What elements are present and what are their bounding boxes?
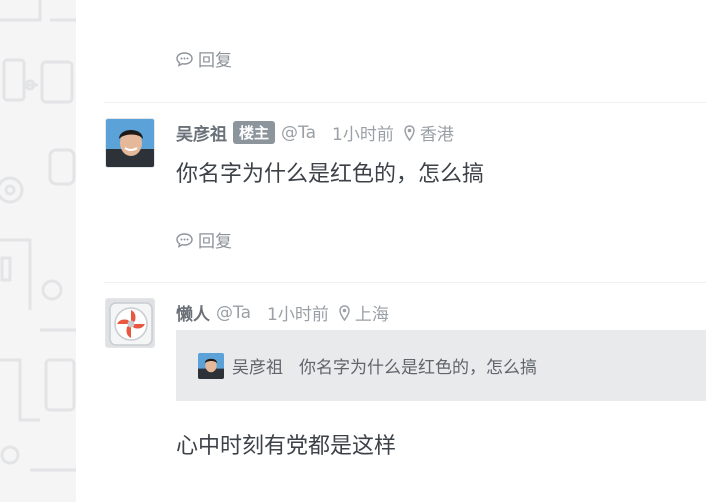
host-badge: 楼主 — [233, 121, 276, 144]
location-pin-icon — [404, 124, 415, 141]
location: 上海 — [339, 300, 389, 325]
at-handle[interactable]: @Ta — [281, 123, 316, 143]
timestamp: 1小时前 — [267, 305, 329, 325]
quote-author[interactable]: 吴彦祖 — [232, 353, 283, 378]
speech-bubble-icon — [176, 232, 193, 248]
reply-label: 回复 — [198, 232, 232, 252]
comments-panel: 回复 吴彦祖 楼主 @Ta 1小时前 香港 你名字为什么是红色的，怎么搞 回复 … — [76, 0, 706, 502]
user-photo-icon — [198, 352, 224, 379]
speech-bubble-icon — [176, 51, 193, 67]
background-pattern — [0, 0, 76, 502]
user-photo-icon — [106, 119, 154, 167]
divider — [104, 282, 706, 283]
timestamp: 1小时前 — [332, 125, 394, 145]
divider — [104, 102, 706, 103]
at-handle[interactable]: @Ta — [216, 303, 251, 323]
quoted-comment: 吴彦祖 你名字为什么是红色的，怎么搞 — [176, 330, 706, 401]
location-text: 香港 — [419, 125, 454, 145]
location-text: 上海 — [354, 305, 389, 325]
author-name[interactable]: 懒人 — [176, 300, 210, 325]
comment-text: 你名字为什么是红色的，怎么搞 — [176, 162, 485, 187]
comment-meta: 懒人 @Ta 1小时前 上海 — [176, 300, 389, 326]
author-name[interactable]: 吴彦祖 — [176, 120, 227, 145]
avatar[interactable] — [105, 118, 155, 168]
quote-text: 你名字为什么是红色的，怎么搞 — [299, 358, 537, 378]
location-pin-icon — [339, 304, 350, 321]
reply-button[interactable]: 回复 — [176, 227, 232, 252]
quote-avatar[interactable] — [198, 352, 224, 379]
fan-icon — [106, 299, 154, 347]
comment-text: 心中时刻有党都是这样 — [176, 434, 397, 459]
avatar[interactable] — [105, 298, 155, 348]
comment-meta: 吴彦祖 楼主 @Ta 1小时前 香港 — [176, 120, 454, 145]
location: 香港 — [404, 120, 454, 145]
reply-label: 回复 — [198, 51, 232, 71]
reply-button[interactable]: 回复 — [176, 46, 232, 71]
